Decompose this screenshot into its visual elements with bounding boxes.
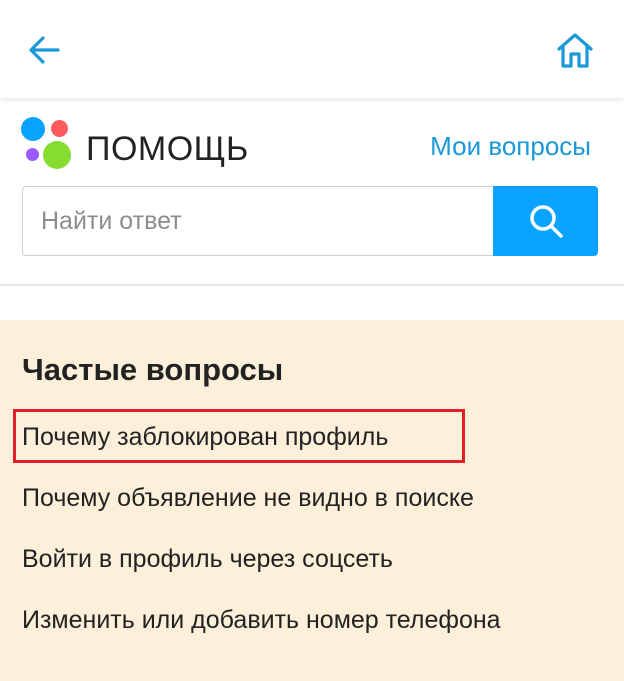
help-logo: [20, 116, 74, 170]
search-input[interactable]: [22, 186, 493, 256]
search-icon: [529, 205, 563, 238]
page-title: ПОМОЩЬ: [86, 130, 249, 168]
faq-item-listing-not-visible[interactable]: Почему объявление не видно в поиске: [22, 483, 474, 513]
my-questions-link[interactable]: Мои вопросы: [430, 130, 591, 162]
faq-title: Частые вопросы: [22, 352, 284, 387]
search-button[interactable]: [493, 186, 598, 256]
arrow-left-icon: [29, 36, 60, 64]
logo-dot-green: [43, 141, 71, 169]
faq-item-change-phone[interactable]: Изменить или добавить номер телефона: [22, 605, 501, 635]
home-button[interactable]: [552, 28, 598, 72]
top-app-bar: [0, 0, 624, 98]
faq-item-social-login[interactable]: Войти в профиль через соцсеть: [22, 544, 393, 574]
logo-dot-blue: [21, 117, 45, 141]
home-icon: [557, 33, 593, 68]
logo-dot-red: [51, 120, 68, 137]
logo-dot-purple: [26, 148, 39, 161]
search-bar: [22, 186, 598, 256]
faq-section: Частые вопросы Почему заблокирован профи…: [0, 320, 624, 681]
help-header: ПОМОЩЬ Мои вопросы: [0, 98, 624, 286]
back-button[interactable]: [24, 30, 64, 70]
faq-item-blocked-profile[interactable]: Почему заблокирован профиль: [22, 422, 388, 452]
